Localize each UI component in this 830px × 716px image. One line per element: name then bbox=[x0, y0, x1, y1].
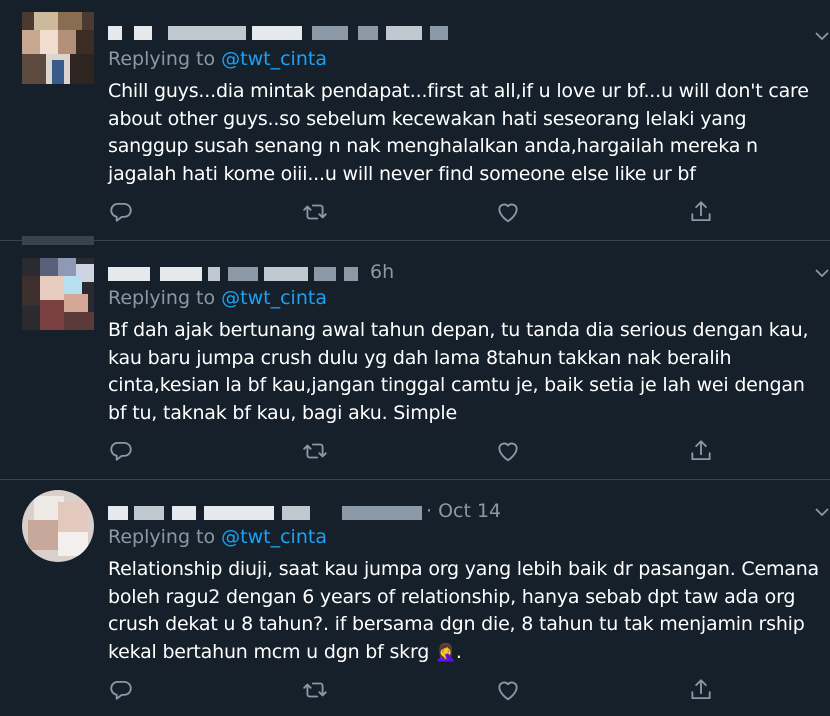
redacted-name bbox=[108, 267, 150, 281]
tweet-text: Bf dah ajak bertunang awal tahun depan, … bbox=[108, 319, 809, 424]
tweet-1[interactable]: Replying to @twt_cinta Chill guys...dia … bbox=[0, 0, 830, 240]
chevron-down-icon[interactable] bbox=[814, 28, 830, 44]
retweet-icon[interactable] bbox=[302, 199, 330, 225]
redacted-name bbox=[108, 26, 122, 40]
tweet-text: Relationship diuji, saat kau jumpa org y… bbox=[108, 556, 820, 667]
redacted-handle bbox=[228, 267, 258, 281]
redacted-name bbox=[134, 26, 152, 40]
redacted-name bbox=[108, 506, 128, 520]
redacted-handle bbox=[386, 26, 422, 40]
redacted-handle bbox=[314, 267, 336, 281]
reply-icon[interactable] bbox=[108, 677, 136, 703]
redacted-handle bbox=[312, 26, 348, 40]
like-icon[interactable] bbox=[495, 438, 523, 464]
tweet-actions bbox=[108, 199, 718, 225]
redacted-name bbox=[252, 26, 302, 40]
avatar[interactable] bbox=[22, 12, 94, 84]
redacted-handle bbox=[264, 267, 308, 281]
redacted-name bbox=[160, 267, 202, 281]
tweet-header bbox=[108, 22, 808, 46]
redacted-name bbox=[134, 506, 164, 520]
redacted-handle bbox=[342, 506, 422, 520]
redacted-handle bbox=[344, 267, 358, 281]
tweet-actions bbox=[108, 438, 718, 464]
share-icon[interactable] bbox=[688, 438, 716, 464]
tweet-actions bbox=[108, 677, 718, 703]
tweet-header: 6h bbox=[108, 261, 808, 287]
share-icon[interactable] bbox=[688, 199, 716, 225]
replying-prefix: Replying to bbox=[108, 287, 216, 309]
like-icon[interactable] bbox=[495, 677, 523, 703]
tweet-time[interactable]: · Oct 14 bbox=[426, 500, 501, 522]
replying-to: Replying to @twt_cinta bbox=[108, 287, 327, 309]
tweet-header: · Oct 14 bbox=[108, 500, 808, 526]
reply-icon[interactable] bbox=[108, 438, 136, 464]
redacted-name bbox=[208, 267, 220, 281]
tweet-text-content: Relationship diuji, saat kau jumpa org y… bbox=[108, 558, 819, 663]
replying-handle-link[interactable]: @twt_cinta bbox=[221, 287, 327, 309]
replying-to: Replying to @twt_cinta bbox=[108, 526, 327, 548]
replying-prefix: Replying to bbox=[108, 526, 216, 548]
redacted-name bbox=[282, 506, 310, 520]
retweet-icon[interactable] bbox=[302, 438, 330, 464]
chevron-down-icon[interactable] bbox=[814, 504, 830, 520]
replying-handle-link[interactable]: @twt_cinta bbox=[221, 48, 327, 70]
replying-handle-link[interactable]: @twt_cinta bbox=[221, 526, 327, 548]
chevron-down-icon[interactable] bbox=[814, 265, 830, 281]
redacted-name bbox=[204, 506, 274, 520]
tweet-time[interactable]: 6h bbox=[370, 261, 394, 283]
avatar[interactable] bbox=[22, 258, 94, 330]
redacted-handle bbox=[358, 26, 378, 40]
redacted-handle bbox=[430, 26, 448, 40]
replying-to: Replying to @twt_cinta bbox=[108, 48, 327, 70]
tweet-3[interactable]: · Oct 14 Replying to @twt_cinta Relation… bbox=[0, 480, 830, 716]
redacted-name bbox=[168, 26, 246, 40]
replying-prefix: Replying to bbox=[108, 48, 216, 70]
redacted-name bbox=[172, 506, 196, 520]
reply-icon[interactable] bbox=[108, 199, 136, 225]
share-icon[interactable] bbox=[688, 677, 716, 703]
facepalm-emoji: 🤦‍♀️ bbox=[434, 642, 456, 663]
tweet-text: Chill guys...dia mintak pendapat...first… bbox=[108, 80, 809, 185]
retweet-icon[interactable] bbox=[302, 677, 330, 703]
avatar[interactable] bbox=[22, 490, 94, 562]
tweet-text-suffix: . bbox=[455, 640, 462, 663]
like-icon[interactable] bbox=[495, 199, 523, 225]
tweet-2[interactable]: 6h Replying to @twt_cinta Bf dah ajak be… bbox=[0, 241, 830, 479]
